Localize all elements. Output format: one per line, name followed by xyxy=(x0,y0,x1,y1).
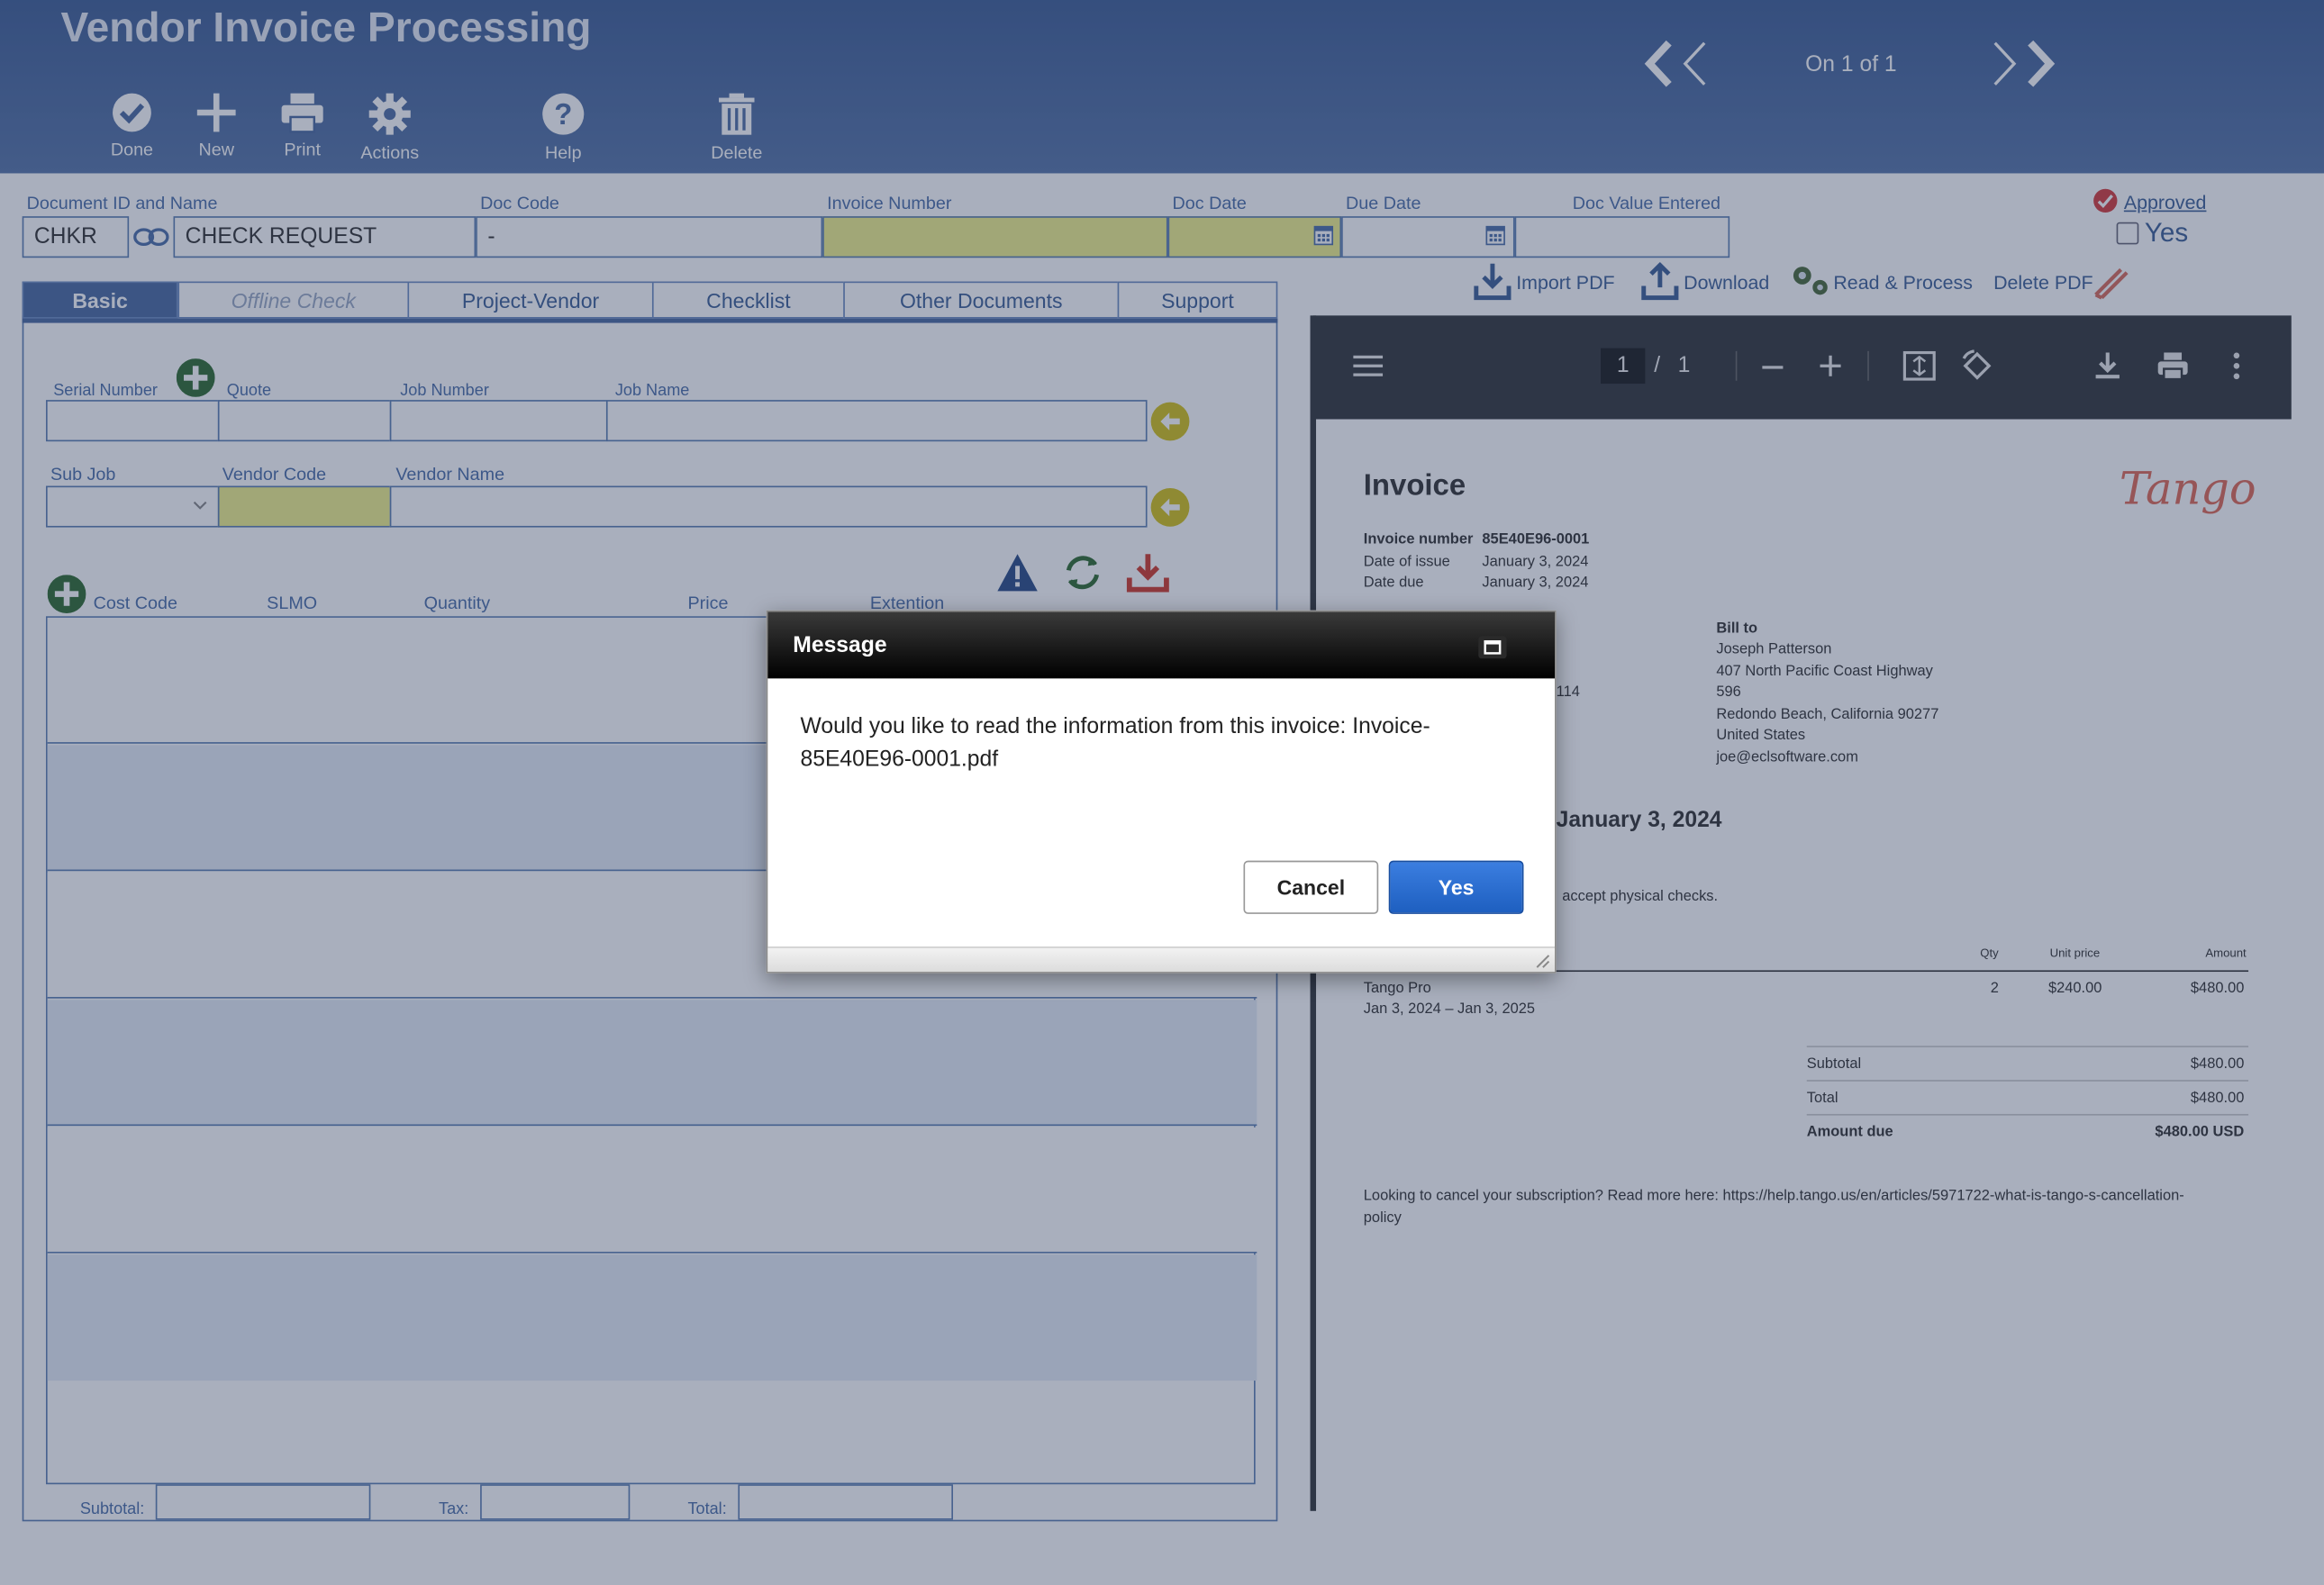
message-dialog: Message Would you like to read the infor… xyxy=(766,610,1557,974)
resize-handle-icon[interactable] xyxy=(1532,951,1550,969)
maximize-icon[interactable] xyxy=(1477,636,1507,659)
app-window: Vendor Invoice Processing Done New Print… xyxy=(0,0,2324,1585)
dialog-footer xyxy=(767,946,1556,973)
dialog-titlebar: Message xyxy=(767,611,1556,679)
dialog-title: Message xyxy=(793,632,887,658)
yes-button[interactable]: Yes xyxy=(1388,860,1524,914)
cancel-button[interactable]: Cancel xyxy=(1243,860,1379,914)
dialog-message: Would you like to read the information f… xyxy=(800,713,1430,772)
